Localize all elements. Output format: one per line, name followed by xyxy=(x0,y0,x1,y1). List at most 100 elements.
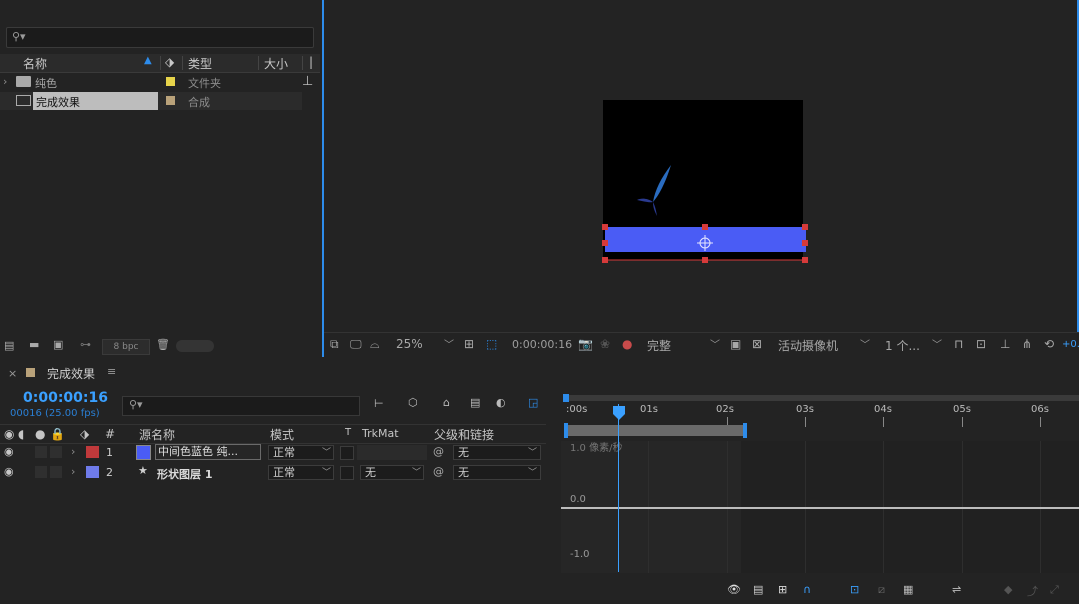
label-swatch[interactable] xyxy=(166,77,175,86)
3d-view-icon[interactable]: ⊥ xyxy=(1000,337,1010,351)
new-composition-icon[interactable]: ▣ xyxy=(53,338,63,351)
draft-3d-icon[interactable]: ⬡ xyxy=(408,396,418,409)
eye-icon[interactable]: 👁 xyxy=(727,583,741,596)
view-layout-dropdown[interactable]: 1 个... xyxy=(885,337,920,354)
column-mode[interactable]: 模式 xyxy=(270,426,294,443)
pickwhip-icon[interactable]: @ xyxy=(433,445,444,458)
lock-icon[interactable]: 🔒 xyxy=(50,427,65,441)
transform-box-icon[interactable]: ⊞ xyxy=(778,583,787,596)
ruler-label: 02s xyxy=(716,404,734,415)
interpret-footage-icon[interactable]: ▤ xyxy=(4,339,14,352)
comp-tab-title[interactable]: 完成效果 xyxy=(47,365,95,382)
column-parent[interactable]: 父级和链接 xyxy=(434,426,494,443)
preserve-transparency-checkbox[interactable] xyxy=(340,466,354,480)
chevron-right-icon[interactable]: › xyxy=(3,75,7,88)
flowchart-icon[interactable]: ⋔ xyxy=(1022,337,1032,351)
work-area-start[interactable] xyxy=(564,423,568,438)
layer-name[interactable]: 中间色蓝色 纯... xyxy=(155,444,261,460)
column-source-name[interactable]: 源名称 xyxy=(139,426,175,443)
adjust-icon[interactable]: ⊶ xyxy=(80,338,91,351)
playhead-line[interactable] xyxy=(618,404,619,572)
project-item-comp[interactable]: 完成效果 合成 xyxy=(0,92,302,110)
transparency-grid-icon[interactable]: ▣ xyxy=(730,337,741,351)
layer-row[interactable]: ◉ › 1 中间色蓝色 纯... 正常 ﹀ @ 无 ﹀ xyxy=(0,443,546,462)
label-swatch[interactable] xyxy=(166,96,175,105)
project-item-folder[interactable]: › 纯色 文件夹 xyxy=(0,73,302,91)
visibility-eye-icon[interactable]: ◉ xyxy=(4,445,14,458)
sort-asc-icon[interactable]: ▲ xyxy=(144,55,152,66)
fit-graph-icon[interactable]: ⊡ xyxy=(850,583,859,596)
column-size[interactable]: 大小 xyxy=(264,55,288,72)
snapshot-icon[interactable]: 📷 xyxy=(578,337,593,351)
fast-preview-icon[interactable]: ⊠ xyxy=(752,337,762,351)
snap-icon[interactable]: ∩ xyxy=(803,583,811,596)
comp-mini-flowchart-icon[interactable]: ⊢ xyxy=(374,397,384,410)
preserve-transparency-checkbox[interactable] xyxy=(340,446,354,460)
camera-dropdown[interactable]: 活动摄像机 xyxy=(778,337,838,354)
viewer-timecode[interactable]: 0:00:00:16 xyxy=(512,338,572,351)
time-navigator-start[interactable] xyxy=(563,394,569,402)
new-folder-icon[interactable]: ▬ xyxy=(29,338,39,351)
chevron-right-icon[interactable]: › xyxy=(71,445,75,458)
show-snapshot-icon[interactable]: ❀ xyxy=(600,337,610,351)
blue-bar-layer[interactable] xyxy=(598,220,812,268)
eye-icon[interactable]: ◉ xyxy=(4,427,14,441)
chevron-right-icon[interactable]: › xyxy=(71,465,75,478)
playhead-marker[interactable] xyxy=(613,406,625,420)
always-preview-icon[interactable]: ⧉ xyxy=(330,337,339,352)
motion-blur-icon[interactable]: ◐ xyxy=(496,396,506,409)
region-of-interest-icon[interactable]: ⬚ xyxy=(486,337,497,351)
layer-name[interactable]: 形状图层 1 xyxy=(157,466,212,482)
flowchart-icon[interactable]: ⊥ xyxy=(302,74,313,89)
list-icon[interactable]: ▤ xyxy=(753,583,763,596)
fit-all-icon[interactable]: ⧄ xyxy=(878,583,885,597)
value-graph-line[interactable] xyxy=(561,507,1079,509)
reset-exposure-icon[interactable]: ⊡ xyxy=(976,337,986,351)
graph-editor[interactable]: 1.0 像素/秒 0.0 -1.0 xyxy=(561,441,1079,573)
thumbnail-slider[interactable] xyxy=(176,340,214,352)
audio-icon[interactable]: ◖ xyxy=(18,427,24,441)
layer-label-swatch[interactable] xyxy=(86,466,99,478)
bpc-button[interactable]: 8 bpc xyxy=(102,339,150,355)
layer-label-swatch[interactable] xyxy=(86,446,99,458)
mask-icon[interactable]: ⌓ xyxy=(370,337,380,352)
current-time-display[interactable]: 0:00:00:16 xyxy=(23,390,108,406)
project-search-input[interactable]: ⚲▾ xyxy=(6,27,314,48)
timeline-search-input[interactable]: ⚲▾ xyxy=(122,396,360,416)
exposure-value[interactable]: +0.0 xyxy=(1062,339,1079,350)
project-footer: ▤ ▬ ▣ ⊶ 8 bpc 🗑 xyxy=(0,336,320,357)
label-tag-icon[interactable]: ⬗ xyxy=(165,55,174,69)
easy-ease-icon[interactable]: ⤴ xyxy=(1027,583,1038,599)
shy-layers-icon[interactable]: ⌂ xyxy=(443,396,450,409)
label-tag-icon[interactable]: ⬗ xyxy=(80,427,89,441)
work-area-end[interactable] xyxy=(743,423,747,438)
keyframe-icon[interactable]: ◆ xyxy=(1004,583,1012,596)
column-t[interactable]: T xyxy=(345,427,351,438)
ease-out-icon[interactable]: ⤢ xyxy=(1050,583,1059,597)
zoom-dropdown[interactable]: 25% xyxy=(396,337,423,351)
trash-icon[interactable]: 🗑 xyxy=(156,338,170,351)
channel-icon[interactable]: ● xyxy=(622,337,632,351)
hamburger-menu-icon[interactable]: ≡ xyxy=(107,365,116,378)
column-trkmat[interactable]: TrkMat xyxy=(362,427,399,440)
solo-icon[interactable]: ● xyxy=(35,427,45,441)
time-ruler[interactable]: :00s 01s 02s 03s 04s 05s 06s xyxy=(561,393,1079,439)
time-navigator[interactable] xyxy=(563,395,1079,401)
graph-editor-icon[interactable]: ◲ xyxy=(528,396,538,409)
work-area-bar[interactable] xyxy=(564,425,746,436)
column-more[interactable]: | xyxy=(309,55,313,69)
toggle-pixel-icon[interactable]: ⊓ xyxy=(954,337,963,351)
visibility-eye-icon[interactable]: ◉ xyxy=(4,465,14,478)
layer-row[interactable]: ◉ › 2 ★ 形状图层 1 正常 ﹀ 无 ﹀ @ 无 ﹀ xyxy=(0,463,546,482)
monitor-icon[interactable]: 🖵 xyxy=(350,337,362,352)
exposure-icon[interactable]: ⟲ xyxy=(1044,337,1054,351)
frame-blending-icon[interactable]: ▤ xyxy=(470,396,480,409)
resolution-dropdown[interactable]: 完整 xyxy=(647,337,671,354)
column-name[interactable]: 名称 xyxy=(23,55,47,72)
graph-settings-icon[interactable]: ▦ xyxy=(903,583,913,596)
close-icon[interactable]: × xyxy=(8,367,17,380)
separate-dimensions-icon[interactable]: ⇌ xyxy=(952,583,961,596)
column-type[interactable]: 类型 xyxy=(188,55,212,72)
grid-icon[interactable]: ⊞ xyxy=(464,337,474,351)
pickwhip-icon[interactable]: @ xyxy=(433,465,444,478)
